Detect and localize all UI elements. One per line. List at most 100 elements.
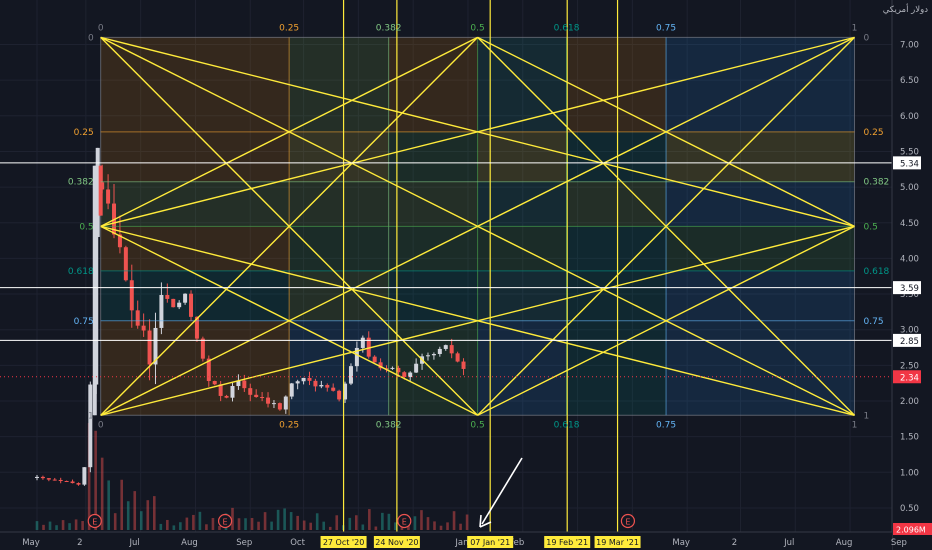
volume-bar [433,521,436,530]
candle-body [58,479,63,481]
volume-bar [257,521,260,530]
volume-bar [159,523,163,530]
gann-cell [566,181,667,227]
volume-bar [263,512,267,530]
candle-body [64,480,69,482]
earnings-event-label: E [625,518,630,527]
candle-body [266,397,271,404]
volume-bar [198,511,202,530]
volume-bar [368,509,371,530]
date-marker-label: 27 Oct '20 [323,538,364,547]
price-tick-label: 4.50 [900,219,919,229]
volume-bar [61,520,65,530]
candle-body [135,310,140,326]
candle-body [289,383,294,397]
volume-bar [42,524,45,530]
month-tick-label: Aug [181,538,198,548]
candle-body [319,384,324,387]
candle-body [106,189,111,204]
volume-bar [250,517,254,530]
month-tick-label: Oct [290,538,305,548]
month-tick-label: Jan [454,538,468,548]
volume-bar [322,521,326,530]
month-tick-label: 2 [77,538,82,548]
volume-bar [113,513,117,530]
price-tick-label: 2.00 [900,397,919,407]
volume-bar [276,509,280,530]
candle-body [283,396,288,410]
price-tick-label: 1.50 [900,433,919,443]
gann-time-label-bottom: 0.618 [554,420,580,430]
volume-bar [374,526,378,530]
gann-price-label-left: 0.25 [74,128,94,138]
gann-cell [477,131,567,182]
volume-bar [302,520,306,530]
date-marker-label: 24 Nov '20 [375,538,418,547]
volume-bar [152,496,156,530]
month-tick-label: May [672,538,690,548]
candle-body [425,355,430,357]
candle-body [437,348,442,354]
volume-bar [459,523,462,530]
month-tick-label: Sep [891,538,907,548]
volume-bar [126,501,130,530]
date-marker-label: 07 Jan '21 [470,538,510,547]
price-tick-label: 6.00 [900,112,919,122]
price-chart[interactable]: 000.250.250.3820.3820.50.50.6180.6180.75… [0,0,932,550]
gann-price-label-left: 0 [88,33,94,43]
month-tick-label: Jul [129,538,140,548]
candle-body [88,384,93,468]
volume-bar [74,519,78,530]
candle-body [70,481,75,484]
candle-body [189,293,194,317]
gann-time-label-top: 0.618 [554,23,580,33]
candle-body [348,366,353,384]
gann-price-label-left: 1 [88,411,94,421]
volume-bar [381,512,384,530]
volume-bar [387,513,391,530]
volume-bar [211,517,215,530]
gann-cell [566,320,667,416]
time-axis[interactable]: May2JulAugSepOctNovDecJanFebMarAprMay2Ju… [0,531,907,550]
volume-bar [426,517,430,530]
gann-cell [289,181,389,227]
volume-bar [244,518,247,530]
month-tick-label: Jul [783,538,794,548]
candle-body [52,479,57,481]
candle-body [82,467,87,485]
candle-body [260,396,265,398]
price-tick-label: 7.00 [900,41,919,51]
candle-body [212,381,217,385]
candle-body [461,361,466,369]
gann-cell [477,270,567,321]
candle-body [390,367,395,369]
volume-bar [48,521,52,530]
last-price-label: 2.34 [900,373,919,383]
volume-bar [452,511,456,530]
candle-body [431,353,436,356]
gann-price-label-right: 1 [864,411,870,421]
gann-price-label-left: 0.5 [79,222,93,232]
volume-bar [120,479,124,530]
volume-bar [420,510,423,530]
volume-bar [133,491,137,530]
price-tick-label: 1.00 [900,468,919,478]
price-tick-label: 0.50 [900,504,919,514]
gann-price-label-right: 0 [864,33,870,43]
price-tick-label: 2.50 [900,361,919,371]
gann-price-label-right: 0.25 [864,128,884,138]
candle-body [76,483,81,485]
gann-price-label-right: 0.5 [864,222,878,232]
candle-body [331,387,336,391]
candle-body [165,294,170,299]
gann-cell [666,131,855,182]
candle-body [325,384,330,388]
candle-body [40,476,45,479]
candle-body [141,325,146,331]
gann-time-label-top: 0.5 [470,23,484,33]
gann-time-label-bottom: 0 [98,420,104,430]
candle-body [337,390,342,400]
candle-body [224,395,229,398]
candle-body [230,386,235,398]
candle-body [248,388,253,395]
